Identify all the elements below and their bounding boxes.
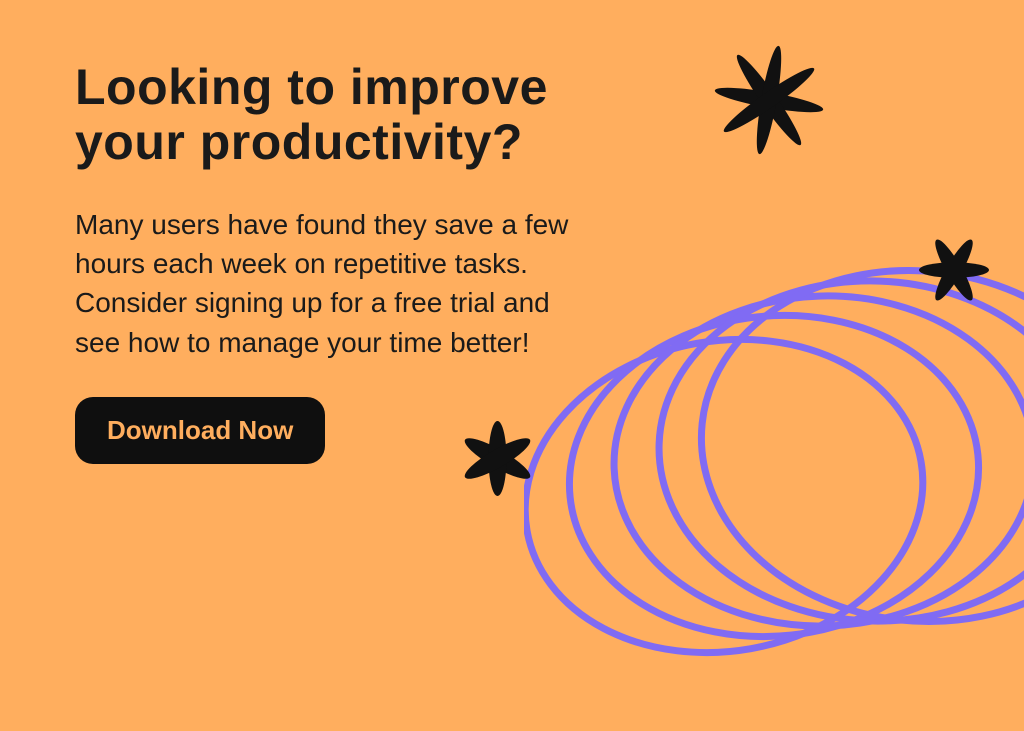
download-button[interactable]: Download Now: [75, 397, 325, 464]
page-heading: Looking to improve your productivity?: [75, 60, 595, 170]
asterisk-icon: [919, 235, 989, 305]
body-text: Many users have found they save a few ho…: [75, 205, 595, 362]
asterisk-icon: [714, 45, 824, 155]
